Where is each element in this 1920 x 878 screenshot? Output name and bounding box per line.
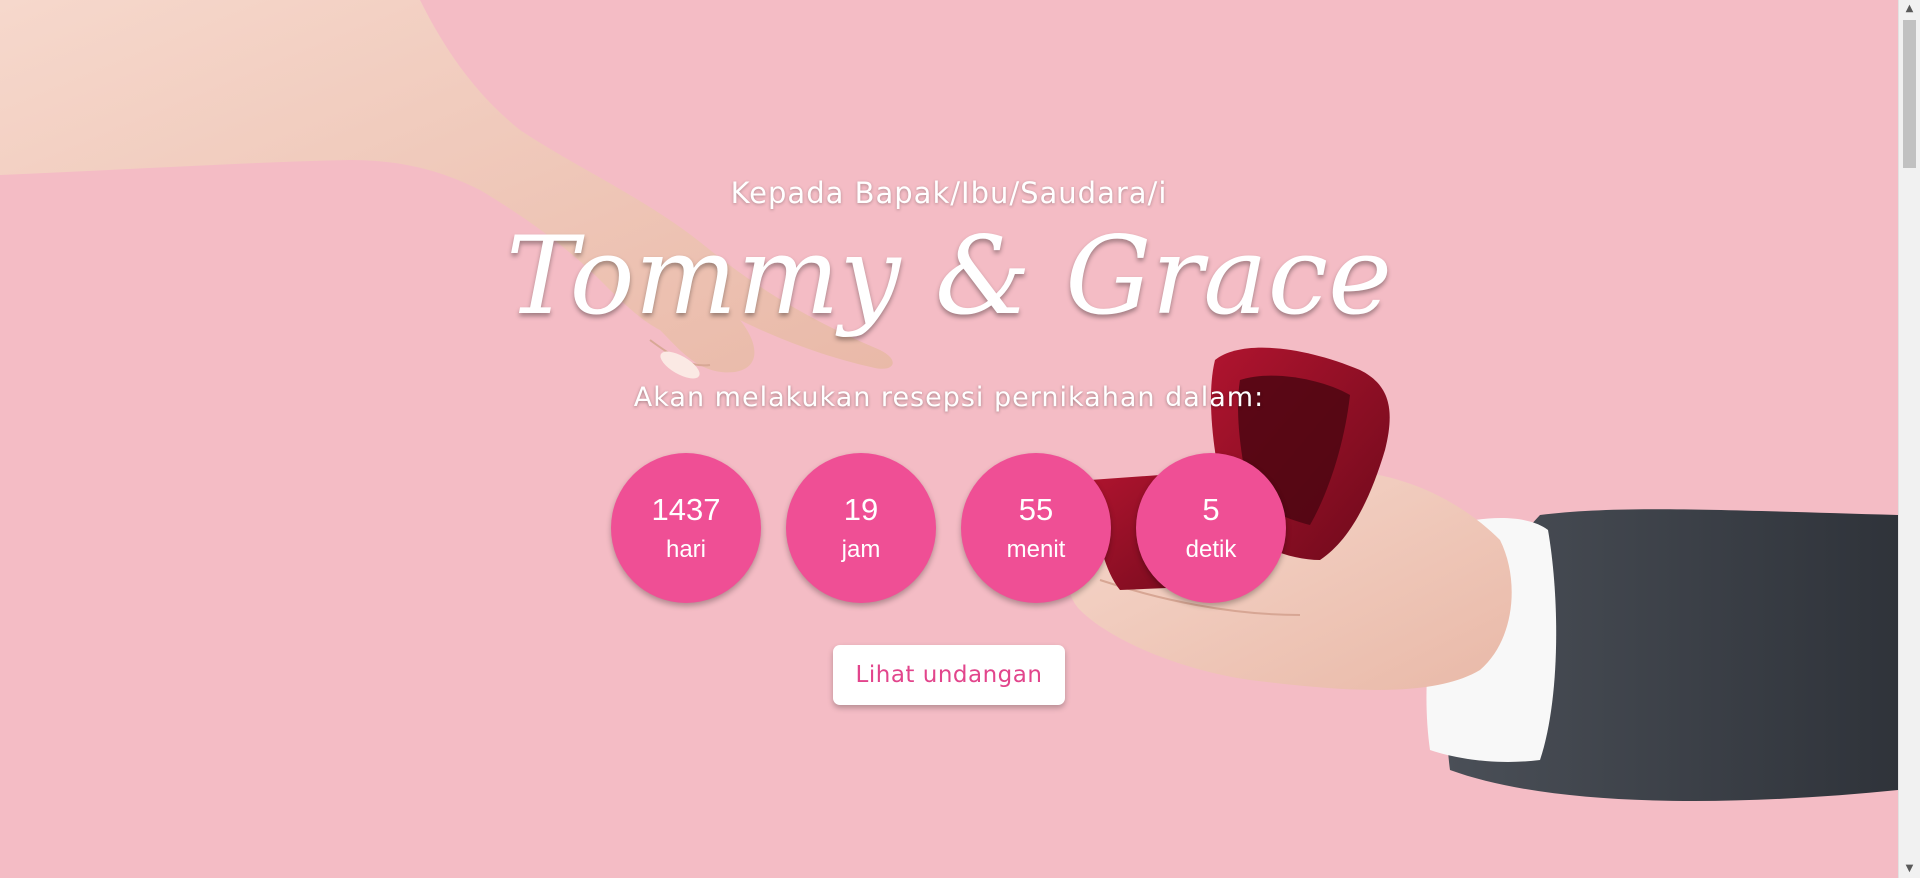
countdown-minutes-value: 55 — [1018, 492, 1054, 527]
countdown-days-value: 1437 — [651, 492, 721, 527]
countdown-subtitle: Akan melakukan resepsi pernikahan dalam: — [633, 382, 1265, 413]
vertical-scrollbar[interactable]: ▲ ▼ — [1898, 0, 1920, 878]
view-invitation-button[interactable]: Lihat undangan — [833, 645, 1065, 705]
greeting-text: Kepada Bapak/Ibu/Saudara/i — [730, 176, 1168, 210]
scroll-down-arrow-icon[interactable]: ▼ — [1899, 860, 1920, 878]
countdown-seconds: 5 detik — [1136, 453, 1286, 603]
countdown-seconds-unit: detik — [1185, 536, 1237, 563]
invitation-page: Kepada Bapak/Ibu/Saudara/i Tommy & Grace… — [0, 0, 1920, 878]
countdown-minutes-unit: menit — [1006, 536, 1066, 563]
scroll-up-arrow-icon[interactable]: ▲ — [1899, 0, 1920, 18]
countdown-days-unit: hari — [665, 536, 707, 563]
countdown-seconds-value: 5 — [1202, 492, 1220, 527]
countdown-minutes: 55 menit — [961, 453, 1111, 603]
countdown-timer: 1437 hari 19 jam 55 menit 5 detik — [611, 453, 1286, 603]
hero-content: Kepada Bapak/Ibu/Saudara/i Tommy & Grace… — [0, 0, 1898, 878]
countdown-days: 1437 hari — [611, 453, 761, 603]
scrollbar-thumb[interactable] — [1903, 20, 1916, 168]
countdown-hours: 19 jam — [786, 453, 936, 603]
countdown-hours-value: 19 — [843, 492, 879, 527]
couple-names-heading: Tommy & Grace — [506, 214, 1392, 339]
countdown-hours-unit: jam — [841, 536, 881, 563]
